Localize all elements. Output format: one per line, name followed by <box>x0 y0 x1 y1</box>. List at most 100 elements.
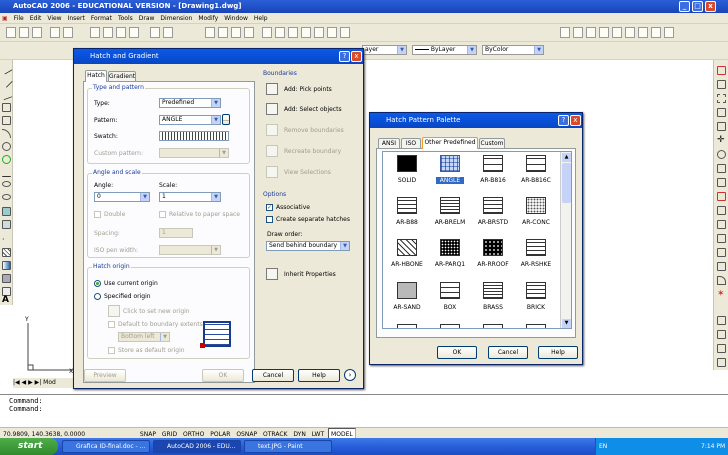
pattern-browse-button[interactable]: … <box>222 114 230 125</box>
pick-points-icon[interactable] <box>266 83 278 95</box>
menu-draw[interactable]: Draw <box>136 13 158 24</box>
copy-icon[interactable] <box>103 27 113 38</box>
palette-help-button[interactable]: Help <box>538 346 578 359</box>
scale-icon[interactable] <box>717 164 726 173</box>
scroll-up-icon[interactable]: ▲ <box>562 153 571 162</box>
join-icon[interactable] <box>717 248 726 257</box>
separate-hatches-checkbox[interactable] <box>266 216 273 223</box>
gradient-icon[interactable] <box>2 261 11 270</box>
add-pick-points-button[interactable]: Add: Pick points <box>284 86 332 93</box>
menu-dimension[interactable]: Dimension <box>157 13 195 24</box>
explode-icon[interactable]: ✶ <box>717 290 726 299</box>
ellipse-arc-icon[interactable] <box>2 194 11 200</box>
cut-icon[interactable] <box>90 27 100 38</box>
fillet-icon[interactable] <box>717 276 726 285</box>
mtext-icon[interactable]: A <box>2 296 11 305</box>
inherit-properties-icon[interactable] <box>266 268 278 280</box>
pattern-ar-rshke[interactable] <box>526 239 546 256</box>
zoom-previous-icon[interactable] <box>244 27 254 38</box>
scale-select[interactable]: 1 ▼ <box>159 192 221 202</box>
revision-cloud-icon[interactable] <box>2 155 11 164</box>
rectangle-icon[interactable] <box>2 116 11 125</box>
style-icon-7[interactable] <box>638 27 648 38</box>
select-objects-icon[interactable] <box>266 103 278 115</box>
sheet-set-icon[interactable] <box>301 27 311 38</box>
preview-button[interactable]: Preview <box>84 369 126 382</box>
preview-icon[interactable] <box>63 27 73 38</box>
tab-other-predefined[interactable]: Other Predefined <box>422 137 478 149</box>
chamfer-icon[interactable] <box>717 262 726 271</box>
color-combo[interactable]: ByColor ▼ <box>482 45 544 55</box>
draw-order-select[interactable]: Send behind boundary ▼ <box>266 241 350 251</box>
menu-modify[interactable]: Modify <box>195 13 221 24</box>
help-question-icon[interactable]: ? <box>558 115 569 126</box>
dock-icon-2[interactable] <box>717 330 726 339</box>
markup-icon[interactable] <box>314 27 324 38</box>
palette-scrollbar[interactable]: ▲ ▼ <box>560 152 571 328</box>
pattern-brick[interactable] <box>526 282 546 299</box>
cancel-button[interactable]: Cancel <box>252 369 294 382</box>
new-icon[interactable] <box>6 27 16 38</box>
taskbar-item-word[interactable]: Grafica ID-final.doc - ... <box>62 440 150 453</box>
custom-pattern-select[interactable]: ▼ <box>159 148 229 158</box>
pattern-ar-parq1[interactable] <box>440 239 460 256</box>
stretch-icon[interactable] <box>717 178 726 187</box>
menu-tools[interactable]: Tools <box>115 13 136 24</box>
style-icon-4[interactable] <box>599 27 609 38</box>
style-icon-1[interactable] <box>560 27 570 38</box>
menu-insert[interactable]: Insert <box>65 13 88 24</box>
spline-icon[interactable] <box>2 168 11 177</box>
hatch-icon[interactable] <box>2 248 11 257</box>
maximize-button[interactable]: □ <box>692 1 703 12</box>
help-question-icon[interactable]: ? <box>339 51 350 62</box>
construction-line-icon[interactable] <box>0 75 13 88</box>
view-selections-button[interactable]: View Selections <box>284 169 331 176</box>
move-icon[interactable]: ✛ <box>717 136 726 145</box>
make-block-icon[interactable] <box>2 220 11 229</box>
open-icon[interactable] <box>19 27 29 38</box>
taskbar-item-autocad[interactable]: AutoCAD 2006 - EDU... <box>153 440 241 453</box>
polyline-icon[interactable] <box>0 88 13 101</box>
pattern-angle[interactable] <box>440 155 460 172</box>
polygon-icon[interactable] <box>2 103 11 112</box>
dock-icon-4[interactable] <box>717 358 726 367</box>
pattern-ar-hbone[interactable] <box>397 239 417 256</box>
help-toolbar-icon[interactable] <box>340 27 350 38</box>
default-extents-checkbox[interactable] <box>108 321 115 328</box>
help-button[interactable]: Help <box>298 369 340 382</box>
minimize-button[interactable]: _ <box>679 1 690 12</box>
language-indicator[interactable]: EN <box>596 443 607 450</box>
pattern-next-1[interactable] <box>397 324 417 328</box>
menu-format[interactable]: Format <box>88 13 115 24</box>
pattern-box[interactable] <box>440 282 460 299</box>
region-icon[interactable] <box>2 274 11 283</box>
trim-icon[interactable] <box>717 192 726 201</box>
tab-hatch[interactable]: Hatch <box>85 70 107 82</box>
menu-edit[interactable]: Edit <box>27 13 45 24</box>
extents-position-select[interactable]: Bottom left ▼ <box>118 332 170 342</box>
palette-cancel-button[interactable]: Cancel <box>488 346 528 359</box>
spacing-input[interactable]: 1 <box>159 228 193 238</box>
dock-icon-1[interactable] <box>717 316 726 325</box>
pattern-ar-rroof[interactable] <box>483 239 503 256</box>
close-icon[interactable]: x <box>570 115 581 126</box>
model-tab[interactable]: Mod <box>43 379 56 386</box>
pattern-next-2[interactable] <box>440 324 460 328</box>
break-at-point-icon[interactable] <box>717 220 726 229</box>
offset-icon[interactable] <box>717 108 726 117</box>
pattern-ar-b88[interactable] <box>397 197 417 214</box>
recreate-boundary-button[interactable]: Recreate boundary <box>284 148 341 155</box>
menu-view[interactable]: View <box>44 13 64 24</box>
undo-icon[interactable] <box>150 27 160 38</box>
close-button[interactable]: x <box>705 1 716 12</box>
match-icon[interactable] <box>129 27 139 38</box>
redo-icon[interactable] <box>163 27 173 38</box>
style-icon-9[interactable] <box>664 27 674 38</box>
pattern-brass[interactable] <box>483 282 503 299</box>
style-icon-2[interactable] <box>573 27 583 38</box>
set-origin-icon[interactable] <box>108 305 120 317</box>
style-icon-6[interactable] <box>625 27 635 38</box>
add-select-objects-button[interactable]: Add: Select objects <box>284 106 342 113</box>
associative-checkbox[interactable]: ✓ <box>266 204 273 211</box>
store-default-checkbox[interactable] <box>108 347 115 354</box>
